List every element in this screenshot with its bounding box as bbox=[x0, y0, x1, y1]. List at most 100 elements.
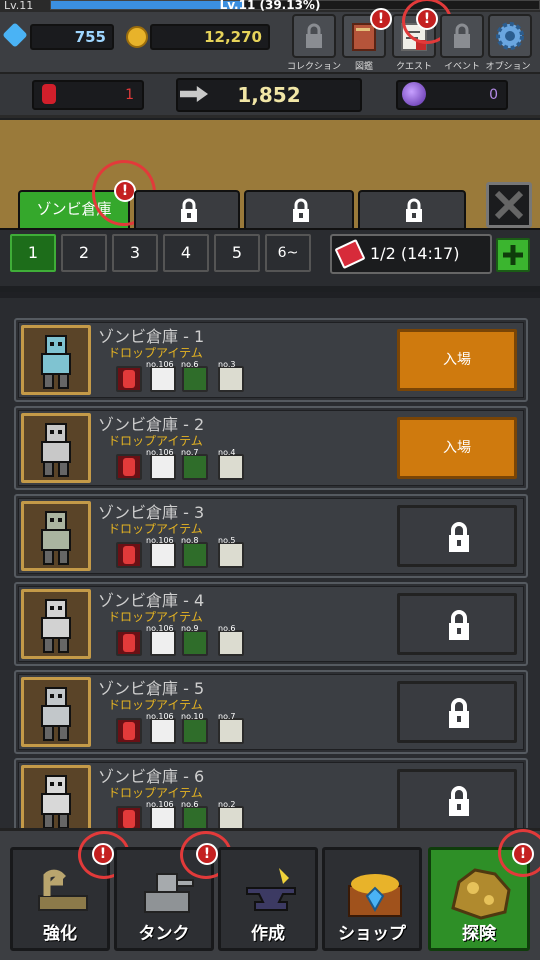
drop-item-label: no.2 bbox=[218, 800, 236, 809]
page-button-2[interactable]: 2 bbox=[61, 234, 107, 272]
drop-item-blueprint bbox=[218, 366, 244, 392]
drop-item-part bbox=[182, 718, 208, 744]
drop-item-part bbox=[182, 542, 208, 568]
stage-row: ゾンビ倉庫 - 1 ドロップアイテム no.106 no.6 no.3 入場 bbox=[14, 318, 528, 402]
drop-item-label: no.5 bbox=[218, 536, 236, 545]
drop-item-label: no.9 bbox=[181, 624, 199, 633]
page-button-4[interactable]: 4 bbox=[163, 234, 209, 272]
lock-icon bbox=[293, 198, 309, 222]
gems-counter: 755 bbox=[30, 24, 114, 50]
drop-item-paper bbox=[150, 718, 176, 744]
tab-locked-4[interactable] bbox=[358, 190, 466, 228]
header: 755 12,270 コレクション 図鑑 ! クエスト ! イベント オプション bbox=[0, 0, 540, 74]
locked-stage-button[interactable] bbox=[397, 681, 517, 743]
zombie-icon bbox=[41, 599, 71, 653]
red-crystal-value: 1 bbox=[125, 87, 134, 103]
locked-stage-button[interactable] bbox=[397, 593, 517, 655]
drop-item-label: no.106 bbox=[146, 624, 174, 633]
drop-item-label: no.106 bbox=[146, 360, 174, 369]
drop-item-label: no.6 bbox=[181, 800, 199, 809]
drop-item-label: no.106 bbox=[146, 800, 174, 809]
close-icon bbox=[494, 190, 524, 220]
treasure-chest-icon bbox=[348, 874, 402, 917]
lock-icon bbox=[454, 23, 470, 48]
collection-button[interactable] bbox=[292, 14, 336, 58]
drop-item-paper bbox=[150, 454, 176, 480]
lock-icon bbox=[449, 522, 469, 552]
drop-item-label: no.106 bbox=[146, 536, 174, 545]
drop-item-paper bbox=[150, 806, 176, 828]
page-button-1[interactable]: 1 bbox=[10, 234, 56, 272]
gold-coin-icon bbox=[126, 26, 148, 48]
drop-item-label: no.106 bbox=[146, 448, 174, 457]
add-ticket-button[interactable] bbox=[496, 238, 530, 272]
ticket-counter: 1/2 (14:17) bbox=[330, 234, 492, 274]
enter-button[interactable]: 入場 bbox=[397, 417, 517, 479]
drop-item-label: no.8 bbox=[181, 536, 199, 545]
drop-item-label: no.106 bbox=[146, 712, 174, 721]
drop-item-part bbox=[182, 806, 208, 828]
nav-craft-button[interactable]: 作成 bbox=[218, 847, 318, 951]
drop-item-blueprint bbox=[218, 454, 244, 480]
drop-item-paper bbox=[150, 542, 176, 568]
lock-icon bbox=[406, 198, 422, 222]
drop-item-part bbox=[182, 630, 208, 656]
nav-tank-alert-icon: ! bbox=[196, 843, 218, 865]
nav-explore-label: 探険 bbox=[462, 924, 496, 944]
page-button-3[interactable]: 3 bbox=[112, 234, 158, 272]
tab-alert-icon: ! bbox=[114, 180, 136, 202]
zombie-portrait bbox=[21, 765, 91, 828]
drop-items-label: ドロップアイテム bbox=[108, 434, 203, 448]
locked-stage-button[interactable] bbox=[397, 769, 517, 828]
options-button[interactable] bbox=[488, 14, 532, 58]
lock-icon bbox=[449, 610, 469, 640]
drop-item-blueprint bbox=[218, 718, 244, 744]
event-button[interactable] bbox=[440, 14, 484, 58]
nav-shop-button[interactable]: ショップ bbox=[322, 847, 422, 951]
anvil-icon bbox=[246, 868, 296, 911]
locked-stage-button[interactable] bbox=[397, 505, 517, 567]
drop-item-red-crystal bbox=[116, 454, 142, 480]
drop-item-part bbox=[182, 454, 208, 480]
stage-row: ゾンビ倉庫 - 4 ドロップアイテム no.106 no.9 no.6 bbox=[14, 582, 528, 666]
page-button-5[interactable]: 5 bbox=[214, 234, 260, 272]
drop-item-label: no.6 bbox=[218, 624, 236, 633]
currency-bar: 1 1,852 0 bbox=[0, 74, 540, 118]
quest-alert-icon: ! bbox=[416, 8, 438, 30]
tab-locked-2[interactable] bbox=[134, 190, 240, 228]
ticket-text: 1/2 (14:17) bbox=[370, 244, 460, 263]
stage-row: ゾンビ倉庫 - 6 ドロップアイテム no.106 no.6 no.2 bbox=[14, 758, 528, 828]
drop-items-label: ドロップアイテム bbox=[108, 522, 203, 536]
drop-item-red-crystal bbox=[116, 366, 142, 392]
zombie-portrait bbox=[21, 413, 91, 483]
drop-items-label: ドロップアイテム bbox=[108, 786, 203, 800]
zombie-icon bbox=[41, 511, 71, 565]
lock-icon bbox=[449, 786, 469, 816]
drop-item-label: no.4 bbox=[218, 448, 236, 457]
drop-item-label: no.7 bbox=[181, 448, 199, 457]
zombie-portrait bbox=[21, 677, 91, 747]
purple-orb-value: 0 bbox=[489, 87, 498, 103]
nav-craft-label: 作成 bbox=[251, 924, 285, 944]
nav-shop-label: ショップ bbox=[338, 924, 406, 944]
drop-item-blueprint bbox=[218, 630, 244, 656]
tab-locked-3[interactable] bbox=[244, 190, 354, 228]
zombie-icon bbox=[41, 335, 71, 389]
zombie-icon bbox=[41, 775, 71, 828]
stage-row: ゾンビ倉庫 - 3 ドロップアイテム no.106 no.8 no.5 bbox=[14, 494, 528, 578]
rows-container: ゾンビ倉庫 - 1 ドロップアイテム no.106 no.6 no.3 入場 ゾ… bbox=[0, 292, 540, 828]
page-button-6-plus[interactable]: 6~ bbox=[265, 234, 311, 272]
drop-items-label: ドロップアイテム bbox=[108, 610, 203, 624]
drop-items-label: ドロップアイテム bbox=[108, 346, 203, 360]
lock-icon bbox=[449, 698, 469, 728]
drop-item-blueprint bbox=[218, 806, 244, 828]
drop-item-label: no.6 bbox=[181, 360, 199, 369]
enter-button[interactable]: 入場 bbox=[397, 329, 517, 391]
encyclopedia-alert-icon: ! bbox=[370, 8, 392, 30]
close-button[interactable] bbox=[486, 182, 532, 228]
red-crystal-icon bbox=[42, 84, 56, 104]
plus-icon bbox=[503, 245, 523, 265]
gold-value: 12,270 bbox=[204, 28, 262, 46]
drop-item-red-crystal bbox=[116, 806, 142, 828]
drop-item-paper bbox=[150, 366, 176, 392]
